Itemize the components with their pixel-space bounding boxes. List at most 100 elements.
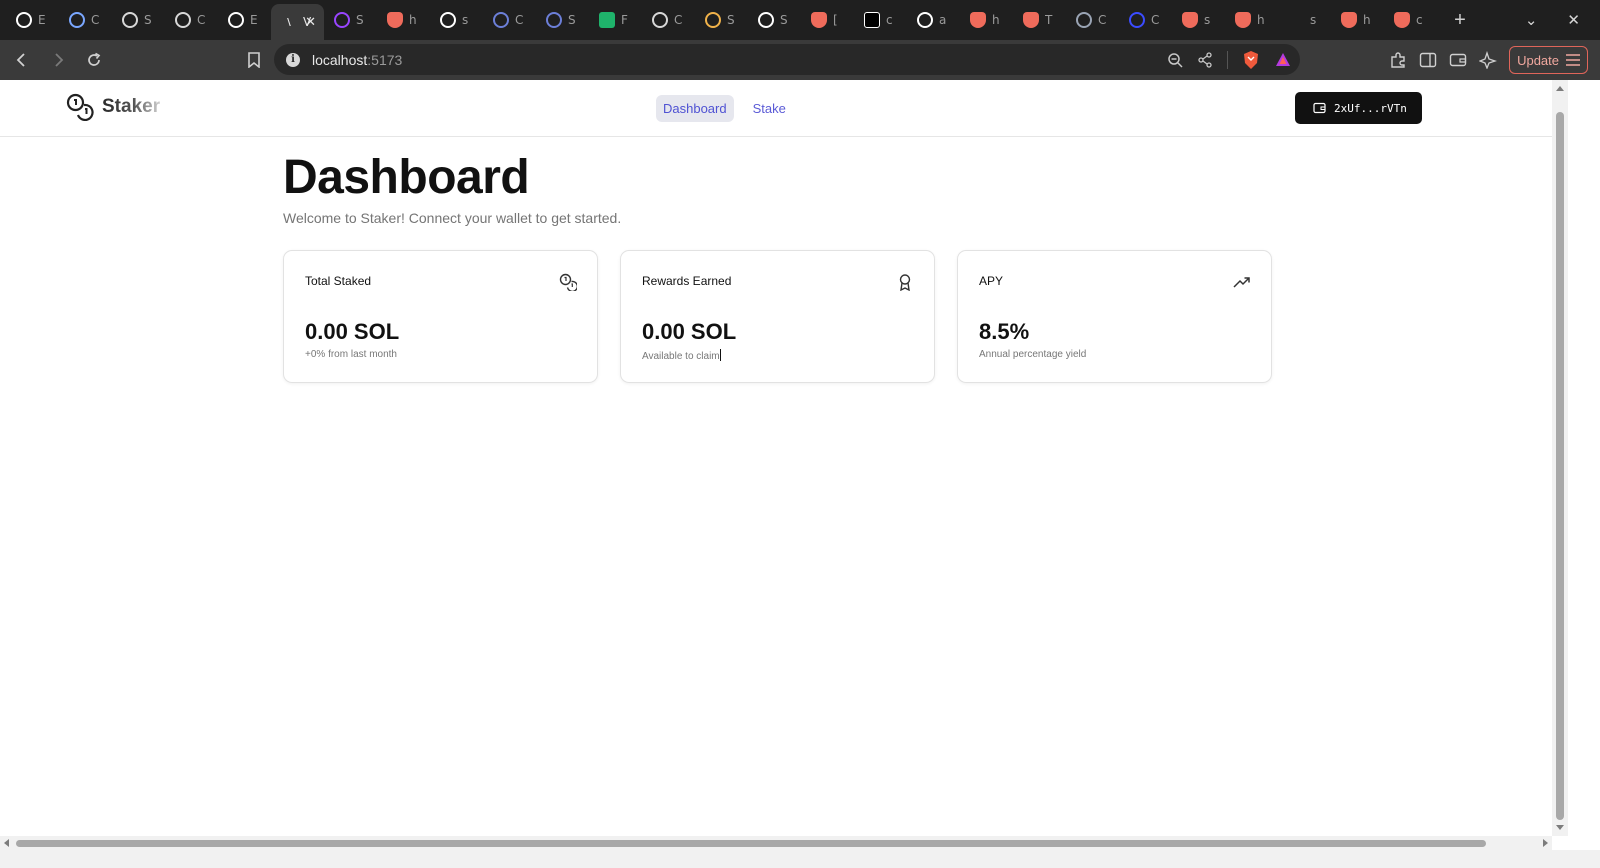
browser-tab[interactable]: E [6, 0, 59, 40]
brave-icon [1023, 12, 1039, 28]
app-header: Staker Dashboard Stake 2xUf...rVTn [0, 80, 1552, 137]
scroll-left-icon[interactable] [4, 839, 9, 847]
scroll-down-icon[interactable] [1556, 825, 1564, 830]
page-title: Dashboard [283, 151, 530, 204]
browser-tab[interactable]: S [748, 0, 801, 40]
browser-tab[interactable]: C [165, 0, 218, 40]
reload-button[interactable] [80, 46, 108, 74]
gemini-icon [69, 12, 85, 28]
forward-icon [55, 53, 64, 67]
tab-title: s [462, 13, 469, 27]
page-subtitle: Welcome to Staker! Connect your wallet t… [283, 210, 622, 226]
bookmark-button[interactable] [240, 46, 268, 74]
address-bar-actions [1167, 44, 1292, 75]
browser-tab[interactable]: S [112, 0, 165, 40]
browser-tab[interactable]: T [1013, 0, 1066, 40]
extensions-icon[interactable] [1389, 51, 1407, 69]
brave-icon [970, 12, 986, 28]
brave-rewards-icon[interactable] [1274, 51, 1292, 69]
browser-tab[interactable]: S [695, 0, 748, 40]
scroll-right-icon[interactable] [1543, 839, 1548, 847]
trending-up-icon [1233, 273, 1251, 291]
site-info-icon[interactable]: i [286, 52, 300, 67]
browser-tab[interactable]: a [907, 0, 960, 40]
window-close-icon[interactable]: ✕ [1567, 11, 1580, 29]
menu-icon [1566, 54, 1580, 66]
update-button[interactable]: Update [1509, 46, 1588, 74]
new-tab-button[interactable]: + [1445, 5, 1475, 35]
sidebar-icon[interactable] [1419, 52, 1437, 68]
card-title: APY [979, 274, 1004, 288]
page-viewport: Staker Dashboard Stake 2xUf...rVTn Dashb… [0, 80, 1552, 836]
card-title: Total Staked [305, 274, 372, 288]
chat-icon [546, 12, 562, 28]
fork-icon [599, 12, 615, 28]
tab-title: [ [833, 13, 838, 27]
divider [1227, 50, 1228, 69]
browser-toolbar: i localhost:5173 Update [0, 40, 1600, 80]
browser-tab[interactable]: c [1384, 0, 1437, 40]
tab-title: C [91, 13, 100, 27]
browser-tab[interactable]: F [589, 0, 642, 40]
stats-cards: Total Staked 0.00 SOL +0% from last mont… [283, 250, 1272, 383]
browser-tab[interactable]: s [430, 0, 483, 40]
browser-tab[interactable]: C [483, 0, 536, 40]
browser-tab[interactable]: C [1119, 0, 1172, 40]
pill-icon [758, 12, 774, 28]
zoom-out-icon[interactable] [1167, 52, 1183, 68]
share-icon[interactable] [1197, 51, 1213, 68]
url-text[interactable]: localhost:5173 [312, 52, 402, 68]
browser-tab[interactable]: [ [801, 0, 854, 40]
react-icon [1129, 12, 1145, 28]
browser-tab[interactable]: s [1278, 0, 1331, 40]
browser-tab[interactable]: s [1172, 0, 1225, 40]
tab-title: C [1098, 13, 1107, 27]
text-cursor [719, 349, 721, 361]
horizontal-scrollbar[interactable] [0, 836, 1552, 850]
browser-tab[interactable]: c [854, 0, 907, 40]
scroll-up-icon[interactable] [1556, 86, 1564, 91]
forward-button[interactable] [44, 46, 72, 74]
horizontal-scroll-thumb[interactable] [16, 840, 1486, 847]
tab-close-icon[interactable]: ✕ [305, 15, 316, 30]
browser-tab[interactable]: h [1331, 0, 1384, 40]
card-apy: APY 8.5% Annual percentage yield [957, 250, 1272, 383]
brave-icon [1341, 12, 1357, 28]
brand[interactable]: Staker [66, 93, 160, 121]
brave-shields-icon[interactable] [1242, 50, 1260, 70]
tab-title: F [621, 13, 628, 27]
tab-search-icon[interactable]: ⌄ [1525, 11, 1538, 29]
card-title: Rewards Earned [642, 274, 732, 288]
update-label: Update [1517, 52, 1559, 68]
vertical-scroll-thumb[interactable] [1556, 112, 1564, 820]
leo-ai-icon[interactable] [1479, 51, 1498, 69]
wallet-icon[interactable] [1449, 52, 1467, 68]
back-button[interactable] [8, 46, 36, 74]
browser-tab[interactable]: \ V ✕ [271, 4, 324, 40]
main-nav: Dashboard Stake [656, 95, 793, 122]
browser-tab[interactable]: C [1066, 0, 1119, 40]
tab-title: a [939, 13, 947, 27]
vite-icon: \ [287, 16, 291, 28]
browser-tab[interactable]: h [377, 0, 430, 40]
wallet-button[interactable]: 2xUf...rVTn [1295, 92, 1422, 124]
wallet-icon [1313, 102, 1326, 114]
nav-stake[interactable]: Stake [746, 95, 793, 122]
browser-tab[interactable]: C [59, 0, 112, 40]
github-icon [440, 12, 456, 28]
browser-tab[interactable]: S [536, 0, 589, 40]
browser-tab[interactable]: h [960, 0, 1013, 40]
tab-list: E C S C E \ V ✕ Sh s C S F C S S [c a h T C Cs h s h c + [0, 0, 1475, 40]
browser-tab[interactable]: E [218, 0, 271, 40]
address-bar[interactable]: i localhost:5173 [274, 44, 1300, 75]
tab-title: S [727, 13, 735, 27]
openai-icon [122, 12, 138, 28]
tab-strip-controls: ⌄ ✕ [1525, 0, 1580, 40]
browser-tab[interactable]: h [1225, 0, 1278, 40]
card-value: 0.00 SOL [305, 319, 400, 344]
vertical-scrollbar[interactable] [1552, 80, 1568, 836]
browser-tab[interactable]: S [324, 0, 377, 40]
browser-tab[interactable]: C [642, 0, 695, 40]
tab-title: c [886, 13, 893, 27]
nav-dashboard[interactable]: Dashboard [656, 95, 734, 122]
